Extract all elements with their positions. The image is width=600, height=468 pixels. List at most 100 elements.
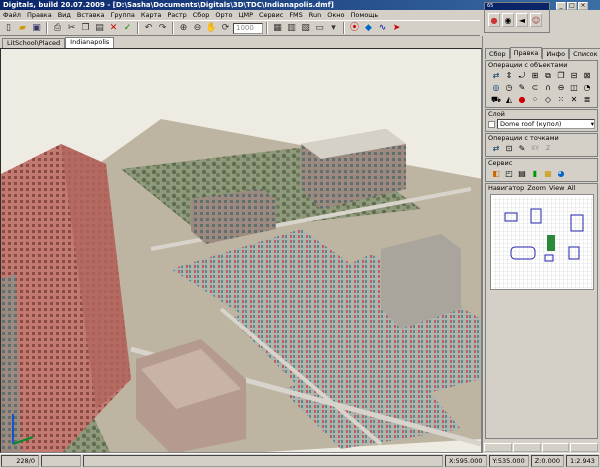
menu-map[interactable]: Карта [138, 10, 165, 20]
stack-icon[interactable]: ▤ [516, 168, 528, 179]
tab-edit[interactable]: Правка [509, 47, 543, 59]
panel-button-4[interactable] [570, 443, 598, 452]
3d-view-icon[interactable]: ◆ [362, 22, 375, 35]
diamond-icon[interactable]: ◇ [542, 94, 554, 105]
circle-tool-icon[interactable]: ● [516, 94, 528, 105]
paste-icon[interactable]: ▤ [93, 22, 106, 35]
panel-button-1[interactable] [484, 443, 512, 452]
union-icon[interactable]: ⊂ [529, 82, 541, 93]
mirror-icon[interactable]: ⧉ [542, 70, 554, 81]
menu-dem[interactable]: ЦМР [235, 10, 256, 20]
scale-icon[interactable]: ⊞ [529, 70, 541, 81]
save-icon[interactable]: ▣ [30, 22, 43, 35]
lines-icon[interactable]: ≣ [581, 94, 593, 105]
menu-collect[interactable]: Сбор [190, 10, 213, 20]
delete-icon[interactable]: ✕ [107, 22, 120, 35]
menu-edit[interactable]: Правка [24, 10, 55, 20]
tab-indianapolis[interactable]: Indianapolis [65, 37, 115, 48]
pattern-icon[interactable]: ⁘ [529, 94, 541, 105]
grid-color-icon[interactable]: ▦ [542, 168, 554, 179]
tab-collect[interactable]: Сбор [485, 48, 510, 59]
menu-run[interactable]: Run [306, 10, 324, 20]
open-icon[interactable]: ▰ [16, 22, 29, 35]
menu-insert[interactable]: Вставка [74, 10, 108, 20]
menu-file[interactable]: Файл [0, 10, 24, 20]
new-icon[interactable]: ▯ [2, 22, 15, 35]
menu-ortho[interactable]: Орто [212, 10, 235, 20]
subtract-icon[interactable]: ⊖ [555, 82, 567, 93]
person-icon[interactable]: ☺ [530, 13, 542, 27]
point-edit-icon[interactable]: ✎ [516, 143, 528, 154]
split-icon[interactable]: ⊟ [568, 70, 580, 81]
navigator-map[interactable] [490, 194, 594, 290]
globe-icon[interactable]: ◕ [555, 168, 567, 179]
menu-service[interactable]: Сервис [256, 10, 286, 20]
palette-icon[interactable]: ◧ [490, 168, 502, 179]
shape-icon[interactable]: ◭ [503, 94, 515, 105]
intersect-icon[interactable]: ∩ [542, 82, 554, 93]
panel-button-3[interactable] [541, 443, 570, 452]
pan-icon[interactable]: ✋ [205, 22, 218, 35]
edit-icon[interactable]: ✎ [516, 82, 528, 93]
clock-icon[interactable]: ◷ [503, 82, 515, 93]
back-arrow-icon[interactable]: ◄ [516, 13, 528, 27]
move-icon[interactable]: ⇕ [503, 70, 515, 81]
swap-icon[interactable]: ⇄ [490, 70, 502, 81]
floating-tool-window[interactable]: 65 ● ◉ ◄ ☺ [484, 2, 550, 33]
tab-info[interactable]: Инфо [542, 48, 570, 59]
tab-litschool[interactable]: LitSchool\Placed [2, 38, 66, 48]
maximize-button[interactable]: □ [567, 2, 577, 10]
window-icon[interactable]: ▭ [313, 22, 326, 35]
undo-icon[interactable]: ↶ [142, 22, 155, 35]
chevron-down-icon[interactable]: ▾ [591, 120, 594, 128]
xy-icon[interactable]: XY [529, 143, 541, 154]
curve-icon[interactable]: ∿ [376, 22, 389, 35]
eye-icon[interactable]: ◉ [502, 13, 514, 27]
dropdown-icon[interactable]: ▾ [327, 22, 340, 35]
check-icon[interactable]: ✓ [121, 22, 134, 35]
chart-icon[interactable]: ▮ [529, 168, 541, 179]
menu-window[interactable]: Окно [324, 10, 347, 20]
navigator-all-option[interactable]: All [567, 184, 575, 192]
cross-icon[interactable]: ✕ [568, 94, 580, 105]
menu-group[interactable]: Группа [107, 10, 137, 20]
cube-icon[interactable]: ◰ [503, 168, 515, 179]
color-palette-icon[interactable]: ● [488, 13, 500, 27]
compass-icon[interactable]: ◎ [490, 82, 502, 93]
z-icon[interactable]: Z [542, 143, 554, 154]
offset-icon[interactable]: ◫ [568, 82, 580, 93]
nodes-icon[interactable]: ⁙ [555, 94, 567, 105]
redo-icon[interactable]: ↷ [156, 22, 169, 35]
panel-button-2[interactable] [512, 443, 541, 452]
calc-icon[interactable]: ▥ [285, 22, 298, 35]
navigator-zoom-option[interactable]: Zoom [527, 184, 546, 192]
navigation-icon[interactable]: ➤ [390, 22, 403, 35]
refresh-icon[interactable]: ⟳ [219, 22, 232, 35]
join-icon[interactable]: ⊠ [581, 70, 593, 81]
car-icon[interactable]: ⛟ [490, 94, 502, 105]
tab-list[interactable]: Список [569, 48, 600, 59]
zoom-out-icon[interactable]: ⊖ [191, 22, 204, 35]
grid-icon[interactable]: ▦ [271, 22, 284, 35]
layer-select[interactable]: Dome roof (купол) ▾ [497, 119, 595, 129]
scale-input[interactable]: 1000 [233, 22, 263, 34]
fillet-icon[interactable]: ◔ [581, 82, 593, 93]
layers-icon[interactable]: ▧ [299, 22, 312, 35]
navigator-view-option[interactable]: View [549, 184, 564, 192]
swap-points-icon[interactable]: ⇄ [490, 143, 502, 154]
menu-raster[interactable]: Растр [164, 10, 189, 20]
add-point-icon[interactable]: ⊡ [503, 143, 515, 154]
print-icon[interactable]: ⎙ [51, 22, 64, 35]
3d-viewport[interactable] [0, 48, 482, 453]
copy-object-icon[interactable]: ❐ [555, 70, 567, 81]
cut-icon[interactable]: ✂ [65, 22, 78, 35]
copy-icon[interactable]: ❐ [79, 22, 92, 35]
traffic-light-icon[interactable]: ⦿ [348, 22, 361, 35]
menu-view[interactable]: Вид [55, 10, 74, 20]
menu-help[interactable]: Помощь [348, 10, 382, 20]
close-button[interactable]: × [578, 2, 588, 10]
zoom-in-icon[interactable]: ⊕ [177, 22, 190, 35]
menu-fms[interactable]: FMS [286, 10, 305, 20]
rotate-icon[interactable]: ⤾ [516, 70, 528, 81]
minimize-button[interactable]: _ [556, 2, 566, 10]
